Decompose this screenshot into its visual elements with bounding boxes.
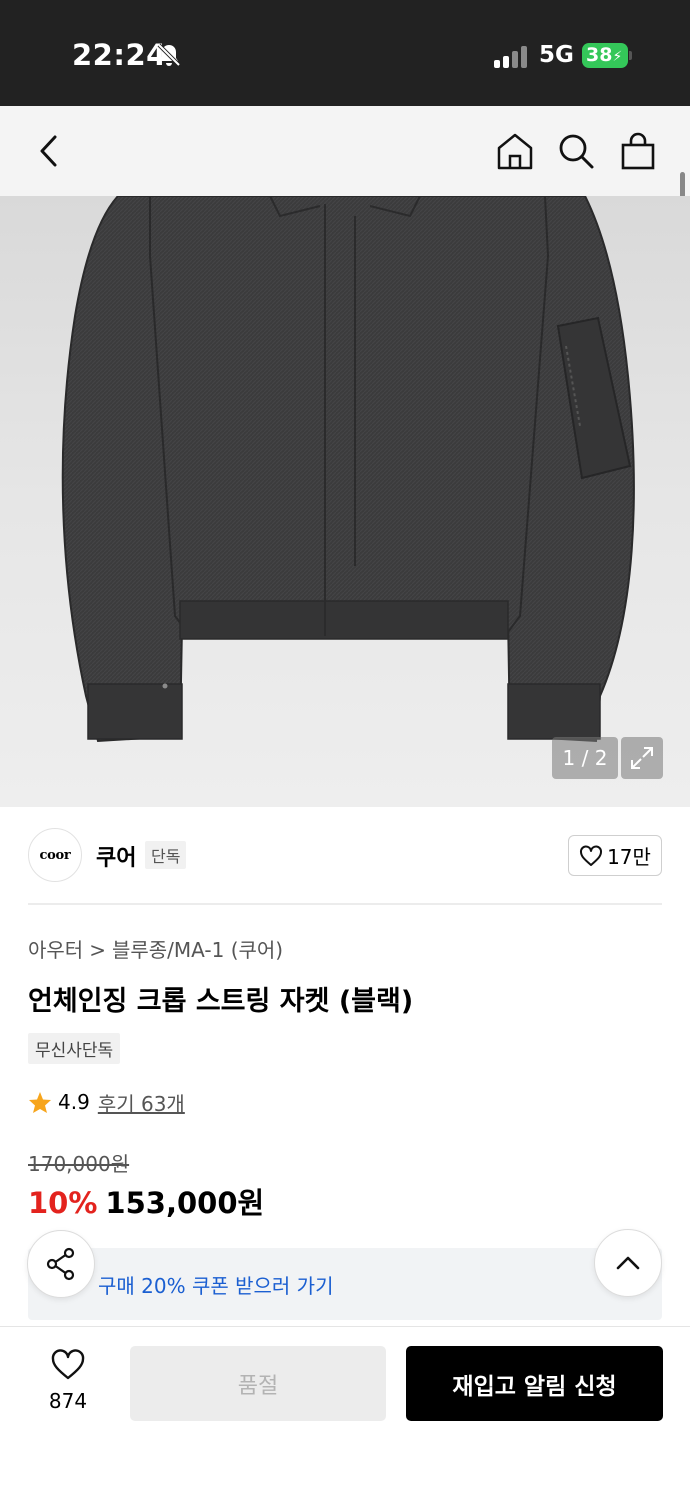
scroll-top-button[interactable]	[594, 1229, 662, 1297]
soldout-button: 품절	[130, 1346, 386, 1421]
brand-logo-text: coor	[39, 847, 71, 863]
shopping-bag-icon	[621, 132, 655, 170]
coupon-banner[interactable]: 구매 20% 쿠폰 받으러 가기	[28, 1248, 662, 1320]
brand-like-count: 17만	[607, 845, 651, 869]
share-icon	[46, 1247, 75, 1281]
top-nav	[0, 106, 690, 196]
jacket-image	[61, 196, 635, 743]
brand-row: coor 쿠어 단독 17만	[28, 828, 662, 884]
battery-level: 38	[586, 44, 613, 66]
original-price: 170,000원	[28, 1152, 130, 1176]
home-icon	[497, 133, 533, 170]
wish-button[interactable]: 874	[36, 1349, 100, 1413]
network-label: 5G	[539, 42, 574, 68]
breadcrumb: 아우터 > 블루종/MA-1 (쿠어)	[28, 934, 283, 963]
share-button[interactable]	[27, 1230, 95, 1298]
chevron-left-icon	[40, 135, 57, 167]
signal-icon	[494, 44, 530, 68]
coupon-link[interactable]: 구매 20% 쿠폰 받으러 가기	[98, 1270, 333, 1299]
sale-price: 153,000원	[105, 1186, 265, 1220]
home-button[interactable]	[494, 130, 536, 172]
exclusive-tag: 무신사단독	[28, 1033, 121, 1064]
breadcrumb-item-outer[interactable]: 아우터	[28, 938, 83, 962]
wish-count: 874	[48, 1389, 88, 1413]
product-image[interactable]	[0, 196, 690, 807]
back-button[interactable]	[28, 130, 70, 172]
rating-score: 4.9	[58, 1090, 90, 1114]
divider	[28, 903, 662, 905]
image-counter: 1 / 2	[552, 737, 618, 779]
expand-icon	[631, 747, 653, 769]
product-title: 언체인징 크롭 스트링 자켓 (블랙)	[28, 986, 414, 1017]
expand-button[interactable]	[621, 737, 663, 779]
heart-icon	[51, 1349, 85, 1380]
bottom-action-bar: 874 품절 재입고 알림 신청	[0, 1326, 690, 1500]
rating-row: 4.9 후기 63개	[28, 1088, 185, 1116]
bell-muted-icon	[157, 43, 181, 67]
price-row: 10% 153,000원	[28, 1180, 264, 1222]
restock-alert-button[interactable]: 재입고 알림 신청	[406, 1346, 663, 1421]
chevron-up-icon	[616, 1256, 640, 1270]
brand-logo[interactable]: coor	[28, 828, 82, 882]
status-bar: 22:24 5G 38⚡	[0, 0, 690, 106]
battery-tip	[629, 51, 632, 60]
search-button[interactable]	[555, 130, 597, 172]
status-time: 22:24	[72, 38, 167, 72]
discount-rate: 10%	[28, 1186, 98, 1220]
breadcrumb-item-category[interactable]: 블루종/MA-1 (쿠어)	[112, 938, 283, 962]
star-icon	[29, 1091, 51, 1113]
brand-like-button[interactable]: 17만	[568, 835, 662, 876]
brand-name[interactable]: 쿠어	[96, 840, 136, 872]
chevron-right-icon: >	[89, 938, 106, 962]
search-icon	[559, 134, 594, 169]
battery-icon: 38⚡	[582, 43, 628, 68]
cart-button[interactable]	[617, 130, 659, 172]
reviews-link[interactable]: 후기 63개	[98, 1088, 185, 1117]
brand-exclusive-tag: 단독	[145, 841, 187, 869]
heart-icon	[580, 844, 603, 866]
